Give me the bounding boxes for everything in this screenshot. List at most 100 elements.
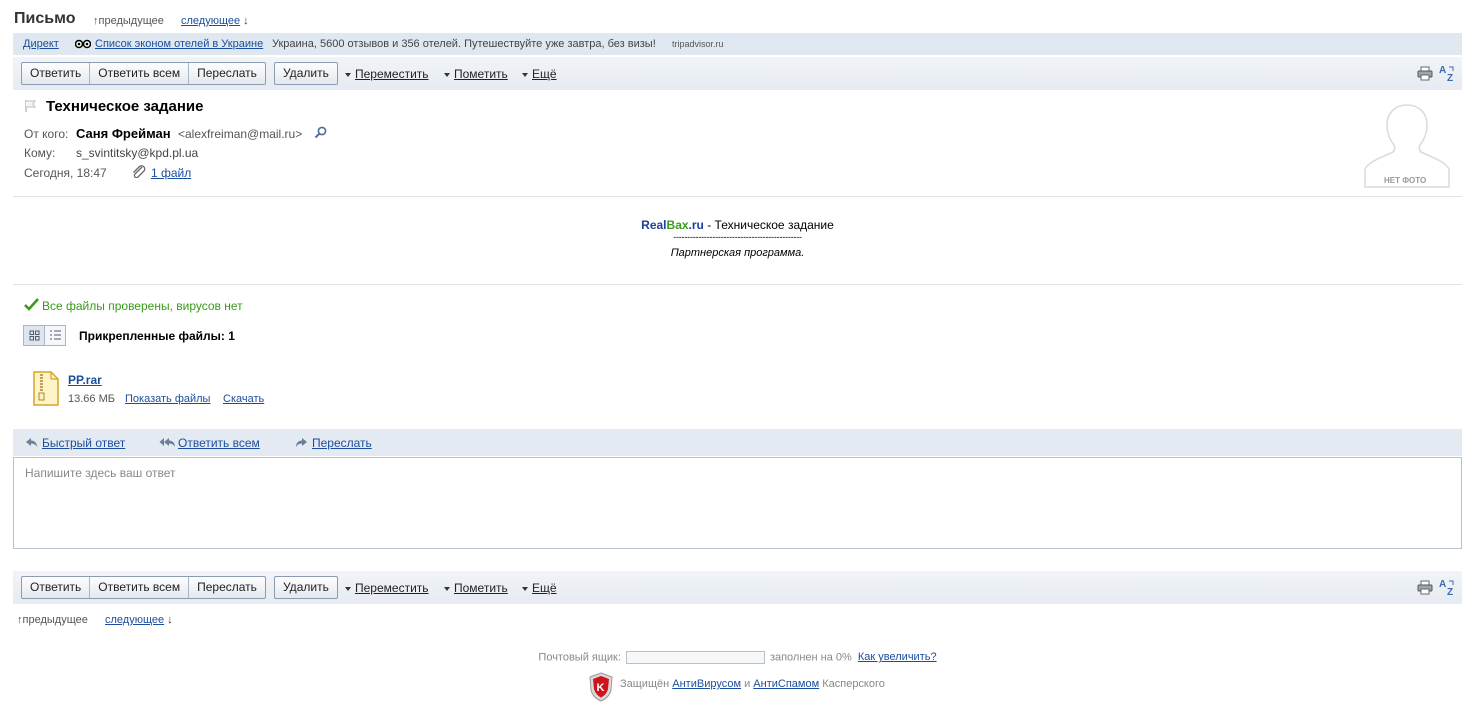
print-icon[interactable] xyxy=(1417,580,1433,595)
forward-link[interactable]: Переслать xyxy=(312,436,372,450)
to-label: Кому: xyxy=(24,146,56,160)
brand-ru: .ru xyxy=(688,218,704,232)
move-label: Переместить xyxy=(355,581,429,595)
kaspersky-label: Касперского xyxy=(822,678,885,690)
more-dropdown[interactable]: Ещё xyxy=(522,67,557,81)
move-dropdown[interactable]: Переместить xyxy=(345,67,429,81)
protected-label: Защищён xyxy=(620,678,670,690)
message-body: RealBax.ru - Техническое задание -------… xyxy=(0,218,1475,261)
body-divider: ----------------------------------------… xyxy=(673,232,802,242)
mailbox-quota: Почтовый ящик: заполнен на 0% Как увеличи… xyxy=(0,651,1475,664)
attachment-filename[interactable]: PP.rar xyxy=(68,373,102,387)
tripadvisor-owl-icon xyxy=(75,39,91,49)
toolbar-bottom: Ответить Ответить всем Переслать Удалить… xyxy=(13,571,1462,604)
flag-icon[interactable] xyxy=(24,99,38,113)
and-label: и xyxy=(744,678,751,690)
more-dropdown[interactable]: Ещё xyxy=(522,581,557,595)
sender-name[interactable]: Саня Фрейман xyxy=(76,126,171,141)
body-title-rest: - Техническое задание xyxy=(703,218,834,232)
direct-link[interactable]: Директ xyxy=(23,33,59,55)
forward-button[interactable]: Переслать xyxy=(189,63,265,84)
prev-letter: ↑предыдущее xyxy=(93,15,164,27)
attachment-size: 13.66 МБ xyxy=(68,393,115,405)
brand-real: Real xyxy=(641,218,667,232)
download-link[interactable]: Скачать xyxy=(223,393,264,405)
ad-bar: Директ Список эконом отелей в Украине Ук… xyxy=(13,33,1462,55)
more-label: Ещё xyxy=(532,67,557,81)
translate-icon[interactable]: A Z xyxy=(1438,64,1456,82)
reply-all-link[interactable]: Ответить всем xyxy=(178,436,260,450)
attachments-link[interactable]: 1 файл xyxy=(151,166,191,180)
toolbar-top: Ответить Ответить всем Переслать Удалить… xyxy=(13,57,1462,90)
show-files-link[interactable]: Показать файлы xyxy=(125,393,210,405)
prev-label: предыдущее xyxy=(22,614,88,626)
sender-email[interactable]: <alexfreiman@mail.ru> xyxy=(178,127,302,141)
reply-placeholder: Напишите здесь ваш ответ xyxy=(25,466,176,480)
next-label[interactable]: следующее xyxy=(105,614,164,626)
attachments-heading: Прикрепленные файлы: 1 xyxy=(79,329,235,343)
increase-quota-link[interactable]: Как увеличить? xyxy=(858,651,937,663)
body-divider-line xyxy=(13,284,1462,285)
mark-label: Пометить xyxy=(454,67,508,81)
reply-button[interactable]: Ответить xyxy=(22,577,91,598)
from-label: От кого: xyxy=(24,127,69,141)
forward-arrow-icon xyxy=(296,438,307,447)
body-title: RealBax.ru - Техническое задание xyxy=(0,218,1475,233)
ad-domain: tripadvisor.ru xyxy=(672,39,724,49)
recipient-email[interactable]: s_svintitsky@kpd.pl.ua xyxy=(76,146,198,160)
quota-bar xyxy=(625,651,765,664)
next-letter-link-bottom[interactable]: следующее ↓ xyxy=(105,614,173,626)
triangle-down-icon xyxy=(345,586,351,591)
svg-text:A: A xyxy=(1439,65,1446,76)
reply-all-button[interactable]: Ответить всем xyxy=(90,63,190,84)
reply-bar: Быстрый ответ Ответить всем Переслать xyxy=(13,429,1462,456)
delete-button[interactable]: Удалить xyxy=(275,577,337,598)
prev-label: предыдущее xyxy=(98,15,164,27)
triangle-down-icon xyxy=(522,72,528,77)
reply-all-arrow-icon xyxy=(159,438,175,447)
delete-button[interactable]: Удалить xyxy=(275,63,337,84)
move-dropdown[interactable]: Переместить xyxy=(345,581,429,595)
triangle-down-icon xyxy=(444,72,450,77)
antispam-link[interactable]: АнтиСпамом xyxy=(753,678,819,690)
reply-button-group-bottom: Ответить Ответить всем Переслать xyxy=(21,576,266,599)
mark-dropdown[interactable]: Пометить xyxy=(444,581,508,595)
triangle-down-icon xyxy=(444,586,450,591)
reply-textarea[interactable]: Напишите здесь ваш ответ xyxy=(13,457,1462,549)
kaspersky-protection: Защищён АнтиВирусом и АнтиСпамом Касперс… xyxy=(620,678,885,690)
body-subtitle: Партнерская программа. xyxy=(670,247,805,259)
reply-all-button[interactable]: Ответить всем xyxy=(90,577,190,598)
triangle-down-icon xyxy=(345,72,351,77)
quota-filled-text: заполнен на 0% xyxy=(769,651,852,664)
page-title: Письмо xyxy=(14,10,76,27)
reply-button-group: Ответить Ответить всем Переслать xyxy=(21,62,266,85)
print-icon[interactable] xyxy=(1417,66,1433,81)
quick-reply-link[interactable]: Быстрый ответ xyxy=(42,436,125,450)
mark-dropdown[interactable]: Пометить xyxy=(444,67,508,81)
search-icon[interactable] xyxy=(314,126,327,139)
translate-icon[interactable]: A Z xyxy=(1438,578,1456,596)
message-subject: Техническое задание xyxy=(46,98,204,115)
view-toggle xyxy=(23,325,66,346)
prev-letter-bottom: ↑предыдущее xyxy=(17,614,88,626)
paperclip-icon xyxy=(133,165,146,178)
next-label[interactable]: следующее xyxy=(181,15,240,27)
list-view-icon[interactable] xyxy=(45,326,65,345)
svg-text:Z: Z xyxy=(1447,73,1453,82)
next-letter-link[interactable]: следующее ↓ xyxy=(181,15,249,27)
delete-button-group: Удалить xyxy=(274,62,338,85)
mailbox-label: Почтовый ящик: xyxy=(538,651,621,664)
archive-file-icon[interactable] xyxy=(33,371,59,406)
delete-button-group-bottom: Удалить xyxy=(274,576,338,599)
antivirus-link[interactable]: АнтиВирусом xyxy=(672,678,741,690)
reply-button[interactable]: Ответить xyxy=(22,63,91,84)
ad-link[interactable]: Список эконом отелей в Украине xyxy=(95,33,263,55)
no-photo-label: НЕТ ФОТО xyxy=(1384,176,1427,185)
virus-scan-status: Все файлы проверены, вирусов нет xyxy=(42,299,243,313)
forward-button[interactable]: Переслать xyxy=(189,577,265,598)
grid-view-icon[interactable] xyxy=(24,326,45,345)
reply-arrow-icon xyxy=(26,438,37,447)
triangle-down-icon xyxy=(522,586,528,591)
svg-text:Z: Z xyxy=(1447,587,1453,596)
message-date: Сегодня, 18:47 xyxy=(24,166,107,180)
